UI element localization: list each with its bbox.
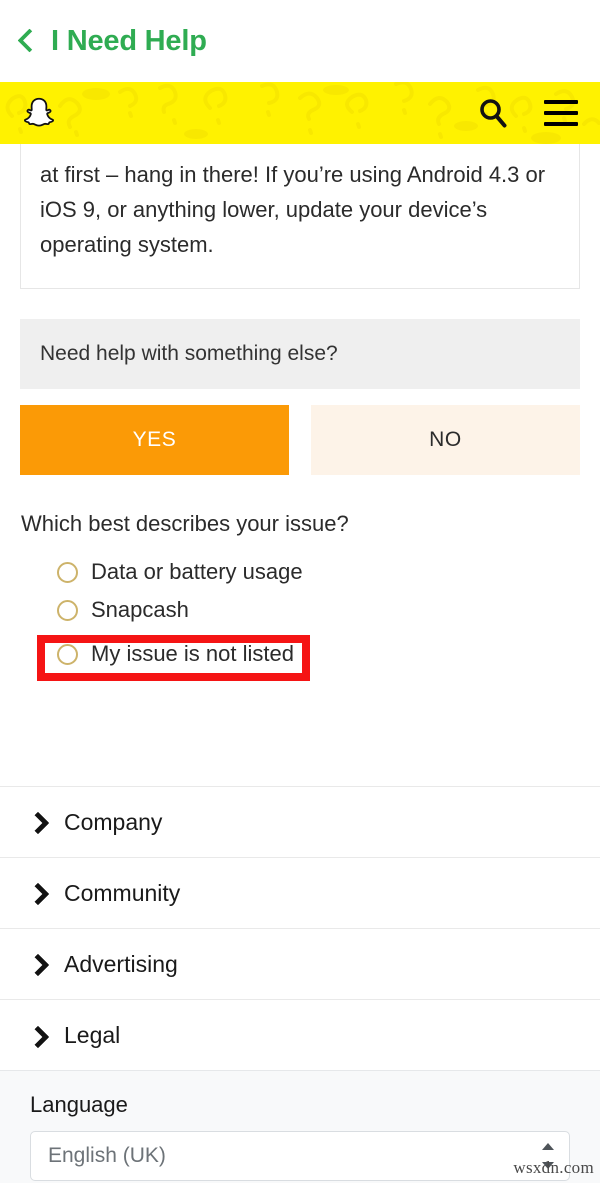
footer-item-label: Advertising bbox=[64, 950, 178, 977]
hamburger-menu-icon[interactable] bbox=[544, 100, 578, 126]
issue-survey-question: Which best describes your issue? bbox=[21, 511, 349, 536]
feedback-button-row: YES NO bbox=[20, 405, 580, 475]
radio-option-label: Data or battery usage bbox=[91, 559, 303, 584]
hamburger-line bbox=[544, 122, 578, 126]
footer-item-legal[interactable]: Legal bbox=[0, 1000, 600, 1071]
chevron-right-icon bbox=[28, 953, 46, 975]
snapchat-ghost-logo[interactable] bbox=[22, 96, 56, 130]
language-section: Language English (UK) bbox=[0, 1070, 600, 1183]
feedback-prompt-bar: Need help with something else? bbox=[20, 319, 580, 389]
language-label: Language bbox=[30, 1092, 128, 1117]
site-navbar bbox=[0, 82, 600, 144]
radio-option-snapcash[interactable]: Snapcash bbox=[0, 591, 600, 629]
radio-circle-icon[interactable] bbox=[57, 643, 78, 665]
radio-option-my-issue-is-not-listed[interactable]: My issue is not listed bbox=[0, 635, 600, 673]
chevron-right-icon bbox=[28, 811, 46, 833]
page-title: I Need Help bbox=[51, 24, 207, 57]
spinner-up-arrow[interactable] bbox=[542, 1143, 554, 1150]
feedback-yes-button[interactable]: YES bbox=[20, 405, 289, 475]
footer-item-label: Legal bbox=[64, 1022, 121, 1048]
footer-item-community[interactable]: Community bbox=[0, 858, 600, 929]
footer-accordion: Company Community Advertising Legal bbox=[0, 786, 600, 1071]
back-chevron-icon[interactable] bbox=[17, 24, 37, 58]
issue-survey-options: Data or battery usage Snapcash My issue … bbox=[0, 553, 600, 681]
doodle-pattern-decoration bbox=[5, 82, 600, 144]
watermark: wsxdn.com bbox=[513, 1158, 594, 1177]
mobile-screen: I Need Help at first – hang in there! If… bbox=[0, 0, 600, 1183]
language-select[interactable]: English (UK) bbox=[30, 1131, 570, 1181]
radio-circle-icon[interactable] bbox=[57, 599, 78, 621]
article-body: at first – hang in there! If you’re usin… bbox=[40, 162, 546, 257]
search-icon[interactable] bbox=[476, 96, 510, 130]
hamburger-line bbox=[544, 111, 578, 115]
radio-option-label: My issue is not listed bbox=[91, 641, 294, 666]
footer-item-label: Company bbox=[64, 808, 163, 835]
web-content: at first – hang in there! If you’re usin… bbox=[0, 144, 600, 1183]
footer-item-advertising[interactable]: Advertising bbox=[0, 929, 600, 1000]
radio-circle-icon[interactable] bbox=[57, 561, 78, 583]
chevron-right-icon bbox=[28, 1025, 46, 1047]
feedback-prompt-text: Need help with something else? bbox=[40, 342, 338, 365]
chevron-right-icon bbox=[28, 882, 46, 904]
feedback-no-button[interactable]: NO bbox=[311, 405, 580, 475]
article-card: at first – hang in there! If you’re usin… bbox=[20, 144, 580, 289]
language-selected-value: English (UK) bbox=[48, 1144, 166, 1167]
footer-item-company[interactable]: Company bbox=[0, 787, 600, 858]
footer-item-label: Community bbox=[64, 879, 181, 906]
hamburger-line bbox=[544, 100, 578, 104]
app-header: I Need Help bbox=[0, 0, 600, 82]
radio-option-data-or-battery-usage[interactable]: Data or battery usage bbox=[0, 553, 600, 591]
radio-option-label: Snapcash bbox=[91, 597, 189, 622]
